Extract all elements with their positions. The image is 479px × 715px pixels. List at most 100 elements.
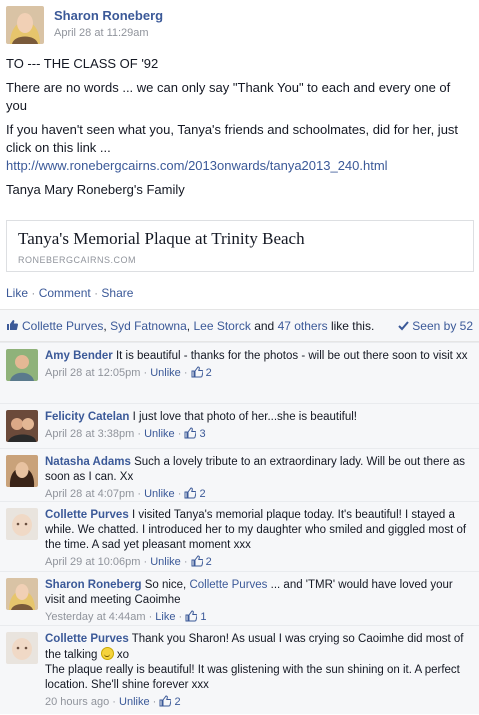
post-line-thanks: There are no words ... we can only say "… [6,80,451,113]
comment-time[interactable]: April 29 at 10:06pm [45,556,140,568]
likes-summary-bar: Collette Purves, Syd Fatnowna, Lee Storc… [0,309,479,342]
post-line-heading: TO --- THE CLASS OF '92 [6,56,159,71]
likes-and: and [254,319,275,333]
unlike-link[interactable]: Unlike [144,428,175,440]
comment: Sharon Roneberg So nice, Collette Purves… [0,571,479,626]
comment-text: xo [116,649,129,661]
likes-suffix: like this. [330,319,375,333]
liker-name[interactable]: Syd Fatnowna [110,319,187,333]
commenter-name[interactable]: Felicity Catelan [45,411,129,423]
comment: Amy Bender It is beautiful - thanks for … [0,342,479,404]
mention-link[interactable]: Collette Purves [189,579,267,591]
meta-separator: · [177,428,182,440]
unlike-link[interactable]: Unlike [144,488,175,500]
comment-like-count[interactable]: 2 [206,556,212,568]
thumbs-up-icon [184,427,197,439]
commenter-name[interactable]: Natasha Adams [45,456,131,468]
share-link[interactable]: Share [101,286,133,300]
likes-comma: , [103,319,107,333]
commenter-avatar[interactable] [6,349,38,381]
author-avatar[interactable] [6,6,44,44]
comment-meta: April 29 at 10:06pm · Unlike · 2 [45,555,473,570]
commenter-avatar[interactable] [6,455,38,487]
likes-comma: , [186,319,191,333]
like-link[interactable]: Like [155,611,175,623]
liker-name[interactable]: Lee Storck [193,319,250,333]
shared-link-domain: RONEBERGCAIRNS.COM [18,255,137,265]
like-link[interactable]: Like [6,286,28,300]
comment: Collette Purves I visited Tanya's memori… [0,501,479,572]
meta-separator: · [178,611,183,623]
likes-others-link[interactable]: 47 others [278,319,328,333]
unlike-link[interactable]: Unlike [150,367,181,379]
smiley-emoticon-icon [100,647,114,660]
meta-separator: · [143,367,148,379]
comment-meta: April 28 at 4:07pm · Unlike · 2 [45,487,473,502]
thumbs-up-icon [185,610,198,622]
commenter-name[interactable]: Collette Purves [45,633,129,645]
commenter-avatar[interactable] [6,508,38,540]
comment-like-count[interactable]: 3 [200,428,206,440]
post-author-name[interactable]: Sharon Roneberg [54,8,163,23]
action-separator: · [94,286,99,300]
thumbs-up-icon [159,695,172,707]
meta-separator: · [152,696,157,708]
likes-text: Collette Purves, Syd Fatnowna, Lee Storc… [22,319,374,333]
meta-separator: · [148,611,153,623]
comment-body: Felicity Catelan I just love that photo … [45,410,473,442]
unlike-link[interactable]: Unlike [119,696,150,708]
shared-link-title[interactable]: Tanya's Memorial Plaque at Trinity Beach [18,229,305,249]
seen-by[interactable]: Seen by 52 [398,319,473,333]
liker-name[interactable]: Collette Purves [22,319,103,333]
commenter-name[interactable]: Collette Purves [45,509,129,521]
comment-time[interactable]: 20 hours ago [45,696,109,708]
facebook-post: Sharon Roneberg April 28 at 11:29am TO -… [0,0,479,714]
comment-text: The plaque really is beautiful! It was g… [45,664,460,691]
comment-time[interactable]: April 28 at 4:07pm [45,488,134,500]
unlike-link[interactable]: Unlike [150,556,181,568]
comment-like-count[interactable]: 1 [200,611,206,623]
comment-text: It is beautiful - thanks for the photos … [115,350,468,362]
commenter-avatar[interactable] [6,632,38,664]
comment-body: Collette Purves I visited Tanya's memori… [45,508,473,570]
commenter-name[interactable]: Amy Bender [45,350,113,362]
post-line-link-intro: If you haven't seen what you, Tanya's fr… [6,122,459,155]
thumbs-up-icon [191,366,203,378]
comment-meta: Yesterday at 4:44am · Like · 1 [45,610,473,625]
comment-meta: April 28 at 12:05pm · Unlike · 2 [45,366,473,381]
meta-separator: · [137,428,142,440]
meta-separator: · [177,488,182,500]
post-link[interactable]: http://www.ronebergcairns.com/2013onward… [6,157,474,175]
comment-meta: April 28 at 3:38pm · Unlike · 3 [45,427,473,442]
comment-text: I just love that photo of her...she is b… [132,411,357,423]
commenter-avatar[interactable] [6,578,38,610]
comment-like-count[interactable]: 2 [174,696,180,708]
meta-separator: · [112,696,116,708]
comment-body: Natasha Adams Such a lovely tribute to a… [45,455,473,502]
commenter-avatar[interactable] [6,410,38,442]
post-timestamp[interactable]: April 28 at 11:29am [54,27,149,39]
comment-time[interactable]: April 28 at 3:38pm [45,428,134,440]
comment-like-count[interactable]: 2 [200,488,206,500]
comment-link[interactable]: Comment [39,286,91,300]
post-actions: Like · Comment · Share [6,286,133,300]
meta-separator: · [183,367,188,379]
comment: Natasha Adams Such a lovely tribute to a… [0,448,479,502]
seen-by-text: Seen by 52 [412,319,473,333]
comment: Collette Purves Thank you Sharon! As usu… [0,625,479,715]
thumbs-up-icon [191,555,203,567]
shared-link-card[interactable]: Tanya's Memorial Plaque at Trinity Beach… [6,220,474,272]
comment-time[interactable]: Yesterday at 4:44am [45,611,146,623]
post-signature: Tanya Mary Roneberg's Family [6,182,185,197]
meta-separator: · [137,488,142,500]
comment-text: So nice, [144,579,187,591]
comments-list: Amy Bender It is beautiful - thanks for … [0,342,479,714]
comment-time[interactable]: April 28 at 12:05pm [45,367,140,379]
comment-body: Collette Purves Thank you Sharon! As usu… [45,632,473,710]
meta-separator: · [143,556,148,568]
checkmark-icon [398,321,409,331]
commenter-name[interactable]: Sharon Roneberg [45,579,141,591]
comment-like-count[interactable]: 2 [206,367,212,379]
thumbs-up-icon [184,487,197,499]
comment-body: Sharon Roneberg So nice, Collette Purves… [45,578,473,625]
